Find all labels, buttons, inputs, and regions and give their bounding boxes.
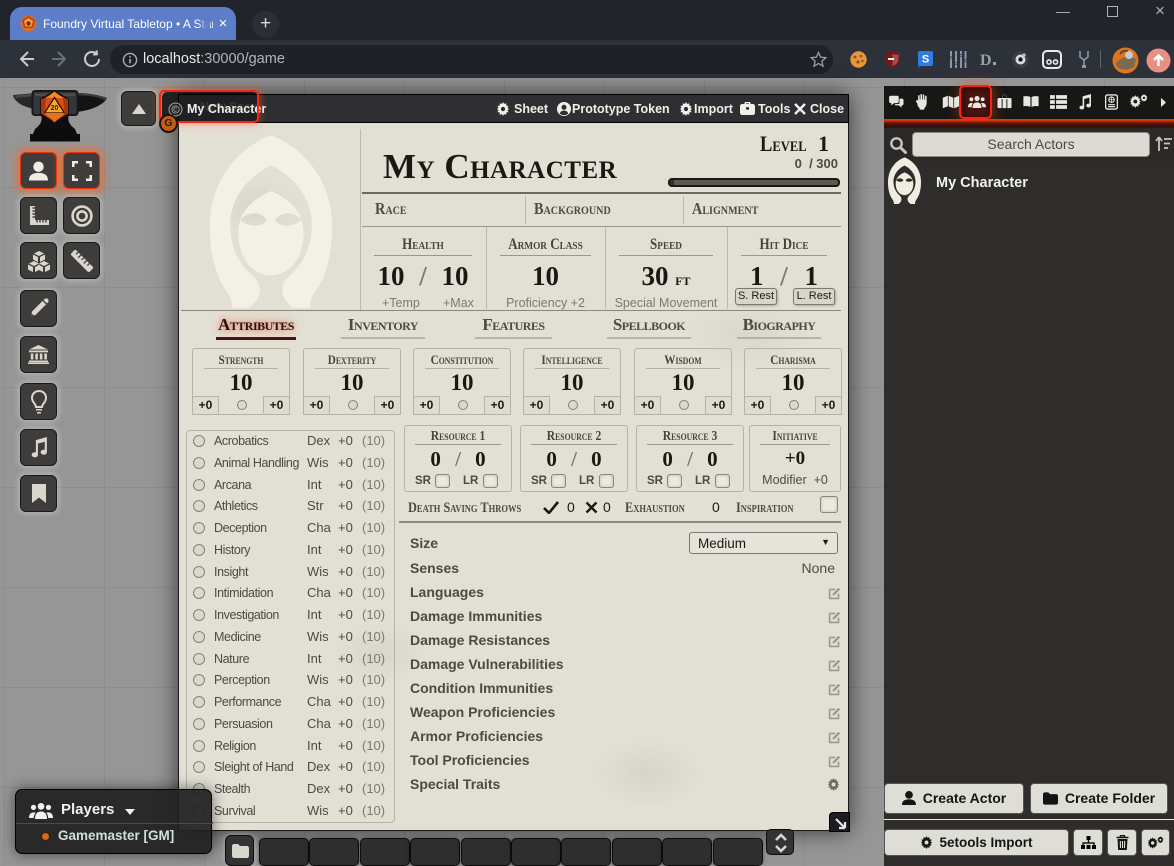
svg-text:S: S xyxy=(922,54,929,66)
svg-text:20: 20 xyxy=(51,105,59,112)
svg-text:D: D xyxy=(980,52,992,69)
